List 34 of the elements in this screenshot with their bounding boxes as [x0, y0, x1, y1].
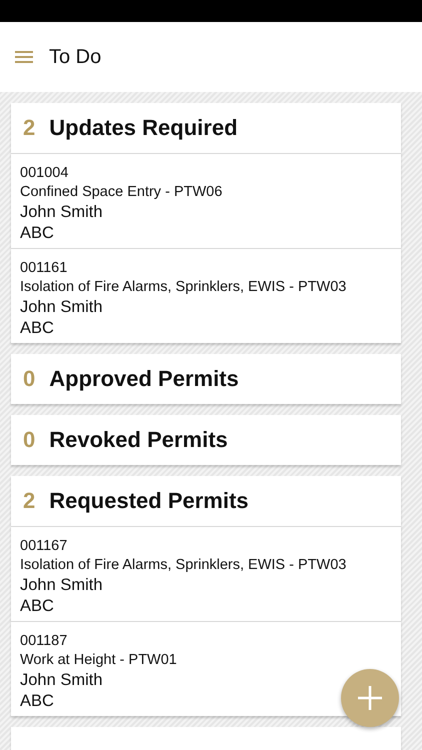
permit-type: Confined Space Entry - PTW06: [20, 183, 222, 202]
permit-row[interactable]: 001004 Confined Space Entry - PTW06 John Smith ABC: [11, 153, 401, 248]
company-name: ABC: [20, 691, 54, 712]
section-header[interactable]: 2 Requested Permits: [11, 476, 401, 526]
section-title: Updates Required: [49, 115, 238, 141]
plus-icon: [357, 685, 383, 711]
section-count: 2: [23, 115, 36, 141]
person-name: John Smith: [20, 202, 103, 223]
person-name: John Smith: [20, 670, 103, 691]
person-name: John Smith: [20, 575, 103, 596]
permit-number: 001167: [20, 537, 68, 556]
permit-number: 001187: [20, 632, 68, 651]
section-title: Approved Permits: [49, 366, 239, 392]
company-name: ABC: [20, 223, 54, 244]
section-header[interactable]: 0 Revoked Permits: [11, 415, 401, 465]
company-name: ABC: [20, 596, 54, 617]
permit-number: 001004: [20, 164, 68, 183]
permit-type: Work at Height - PTW01: [20, 651, 177, 670]
section-header[interactable]: 2 Updates Required: [11, 103, 401, 153]
permit-row[interactable]: 001161 Isolation of Fire Alarms, Sprinklers, EWIS - PTW03 John Smith ABC: [11, 248, 401, 343]
section-title: Revoked Permits: [49, 427, 228, 453]
menu-icon[interactable]: [15, 51, 33, 63]
permit-type: Isolation of Fire Alarms, Sprinklers, EWIS - PTW03: [20, 278, 346, 297]
section-count: 0: [23, 427, 36, 453]
section-count: 2: [23, 488, 36, 514]
section-title: Requested Permits: [49, 488, 249, 514]
permit-row[interactable]: 001167 Isolation of Fire Alarms, Sprinklers, EWIS - PTW03 John Smith ABC: [11, 526, 401, 621]
screen-title: To Do: [49, 46, 102, 68]
section-count: 0: [23, 366, 36, 392]
permit-number: 001161: [20, 259, 68, 278]
person-name: John Smith: [20, 297, 103, 318]
company-name: ABC: [20, 318, 54, 339]
permit-type: Isolation of Fire Alarms, Sprinklers, EWIS - PTW03: [20, 556, 346, 575]
section-header[interactable]: 0 Approved Permits: [11, 354, 401, 404]
